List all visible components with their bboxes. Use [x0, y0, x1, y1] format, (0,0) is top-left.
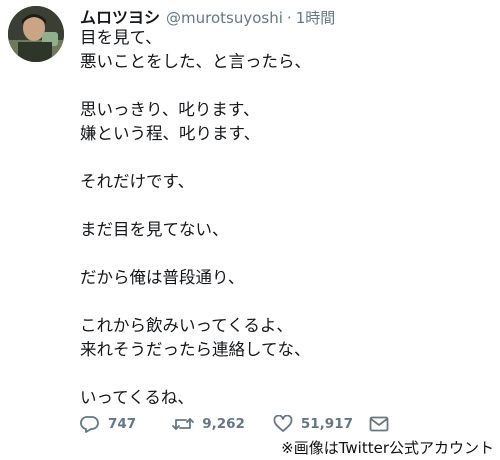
tweet: ムロツヨシ @murotsuyoshi · 1時間 目を見て、 悪いことをした、… [0, 0, 500, 460]
tweet-line: 来れそうだったら連絡してな、 [80, 340, 311, 359]
like-count: 51,917 [300, 416, 353, 432]
tweet-line: それだけです、 [80, 172, 195, 191]
image-credit: ※画像はTwitter公式アカウント [281, 439, 494, 457]
line-break [80, 74, 490, 98]
avatar[interactable] [8, 6, 64, 62]
reply-icon [80, 416, 99, 433]
user-handle[interactable]: @murotsuyoshi [166, 9, 283, 27]
tweet-line: いってくるね、 [80, 388, 194, 407]
message-icon [369, 416, 389, 432]
retweet-icon [172, 418, 195, 430]
line-break [80, 194, 490, 218]
line-break [80, 290, 490, 314]
tweet-line: まだ目を見てない、 [80, 220, 229, 239]
tweet-line: 悪いことをした、と言ったら、 [80, 52, 311, 71]
line-break [80, 242, 490, 266]
tweet-timestamp[interactable]: 1時間 [296, 7, 336, 28]
tweet-line: 嫌という程、叱ります、 [80, 124, 261, 143]
display-name[interactable]: ムロツヨシ [80, 4, 160, 28]
avatar-photo [8, 6, 64, 62]
tweet-header: ムロツヨシ @murotsuyoshi · 1時間 [80, 4, 336, 28]
retweet-button[interactable]: 9,262 [172, 415, 245, 433]
retweet-count: 9,262 [202, 416, 245, 432]
header-separator: · [286, 9, 292, 27]
tweet-text: 目を見て、 悪いことをした、と言ったら、 思いっきり、叱ります、 嫌という程、叱… [80, 26, 490, 410]
line-break [80, 362, 490, 386]
tweet-line: 思いっきり、叱ります、 [80, 100, 260, 119]
line-break [80, 146, 490, 170]
like-icon [273, 415, 293, 432]
direct-message-button[interactable] [369, 416, 389, 432]
like-button[interactable]: 51,917 [273, 415, 353, 433]
tweet-actions: 747 9,262 51,917 [80, 414, 389, 434]
tweet-line: だから俺は普段通り、 [80, 268, 245, 287]
tweet-line: これから飲みいってくるよ、 [80, 316, 293, 335]
tweet-line: 目を見て、 [80, 28, 162, 47]
reply-count: 747 [108, 416, 137, 432]
reply-button[interactable]: 747 [80, 415, 136, 433]
